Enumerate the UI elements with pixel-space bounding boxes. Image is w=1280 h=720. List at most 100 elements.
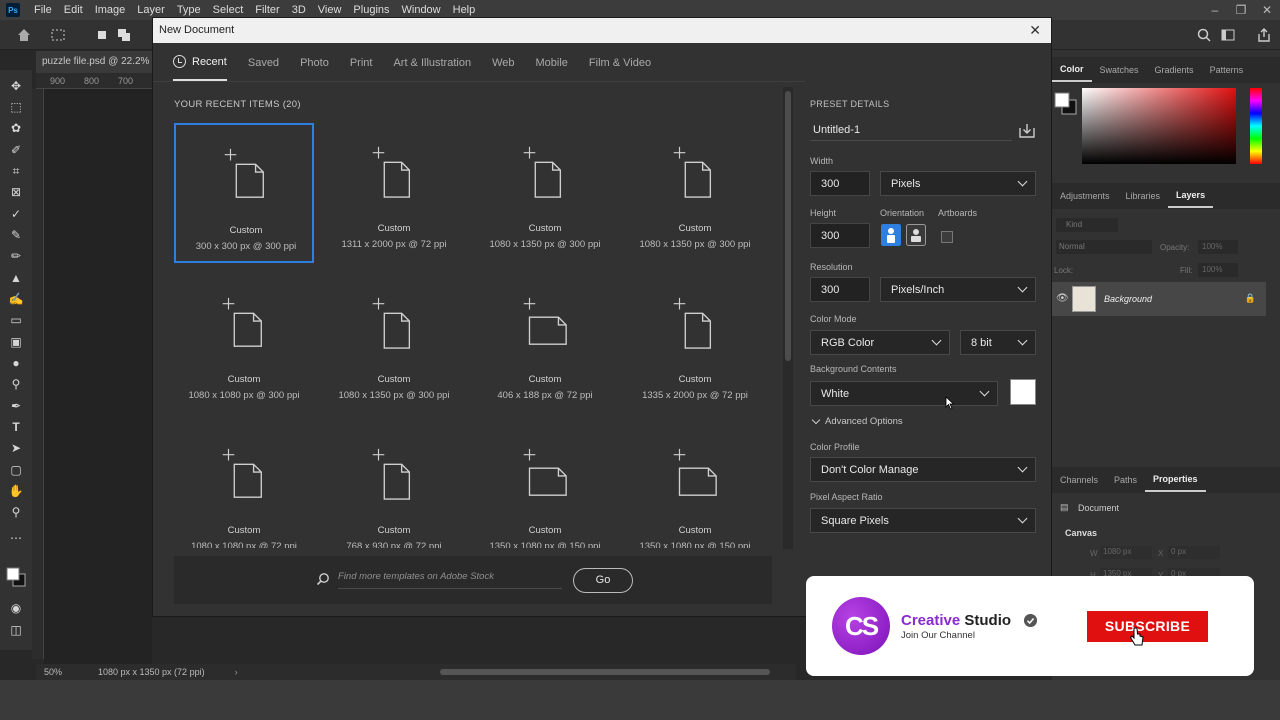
canvas-area[interactable] (44, 89, 152, 664)
tab-print[interactable]: Print (350, 44, 373, 82)
lasso-tool-icon[interactable]: ✿ (8, 120, 24, 136)
close-window-icon[interactable]: ✕ (1254, 3, 1280, 17)
tab-photo[interactable]: Photo (300, 44, 329, 82)
recent-item-card[interactable]: Custom 1311 x 2000 px @ 72 ppi (324, 123, 464, 263)
dodge-tool-icon[interactable]: ⚲ (8, 376, 24, 392)
tab-libraries[interactable]: Libraries (1118, 183, 1169, 209)
share-icon[interactable] (1256, 27, 1272, 43)
grid-scrollbar[interactable] (783, 87, 793, 549)
recent-item-card[interactable]: Custom 1080 x 1350 px @ 300 ppi (625, 123, 765, 263)
tab-film-video[interactable]: Film & Video (589, 44, 651, 82)
path-select-tool-icon[interactable]: ➤ (8, 440, 24, 456)
tab-patterns[interactable]: Patterns (1202, 57, 1252, 83)
marquee-tool-icon[interactable]: ⬚ (8, 99, 24, 115)
recent-item-card[interactable]: Custom 768 x 930 px @ 72 ppi (324, 425, 464, 548)
subscribe-button[interactable]: SUBSCRIBE (1087, 611, 1208, 642)
layer-filter-kind[interactable]: Kind (1056, 218, 1118, 232)
background-contents-select[interactable]: White (810, 381, 998, 406)
bit-depth-select[interactable]: 8 bit (960, 330, 1036, 355)
add-selection-icon[interactable] (116, 27, 132, 43)
tab-properties[interactable]: Properties (1145, 468, 1206, 492)
scrollbar-thumb[interactable] (785, 91, 791, 361)
tab-paths[interactable]: Paths (1106, 467, 1145, 493)
recent-item-card[interactable]: Custom 1080 x 1080 px @ 72 ppi (174, 425, 314, 548)
recent-item-card[interactable]: Custom 1080 x 1350 px @ 300 ppi (324, 274, 464, 414)
workspace-icon[interactable] (1220, 27, 1236, 43)
menu-file[interactable]: File (28, 0, 58, 20)
search-icon[interactable] (1196, 27, 1212, 43)
screen-mode-icon[interactable]: ◫ (8, 622, 24, 638)
tab-saved[interactable]: Saved (248, 44, 279, 82)
marquee-tool-icon[interactable] (50, 27, 66, 43)
recent-item-card[interactable]: Custom 1335 x 2000 px @ 72 ppi (625, 274, 765, 414)
horizontal-scrollbar[interactable] (440, 669, 770, 675)
preset-name-field[interactable]: Untitled-1 (810, 121, 1012, 141)
brush-tool-icon[interactable]: ✏ (8, 248, 24, 264)
recent-item-card[interactable]: Custom 1080 x 1350 px @ 300 ppi (475, 123, 615, 263)
canvas-x-field[interactable]: 0 px (1168, 546, 1220, 559)
pen-tool-icon[interactable]: ✒ (8, 398, 24, 414)
menu-image[interactable]: Image (89, 0, 132, 20)
frame-tool-icon[interactable]: ⊠ (8, 184, 24, 200)
quick-mask-icon[interactable]: ◉ (8, 600, 24, 616)
restore-icon[interactable]: ❐ (1228, 3, 1254, 17)
tab-layers[interactable]: Layers (1168, 184, 1214, 208)
hue-slider[interactable] (1250, 88, 1262, 164)
save-preset-icon[interactable] (1018, 122, 1036, 138)
layer-row[interactable]: 👁 Background 🔒 (1052, 282, 1266, 316)
background-color-swatch[interactable] (1010, 379, 1036, 405)
menu-edit[interactable]: Edit (58, 0, 89, 20)
color-picker-field[interactable] (1082, 88, 1236, 164)
width-input[interactable]: 300 (810, 171, 870, 196)
stamp-tool-icon[interactable]: ▲ (8, 270, 24, 286)
recent-item-card[interactable]: Custom 1350 x 1080 px @ 150 ppi (475, 425, 615, 548)
landscape-orientation-icon[interactable] (906, 224, 926, 246)
recent-item-card[interactable]: Custom 300 x 300 px @ 300 ppi (174, 123, 314, 263)
zoom-tool-icon[interactable]: ⚲ (8, 504, 24, 520)
type-tool-icon[interactable]: T (8, 419, 24, 435)
visibility-eye-icon[interactable]: 👁 (1056, 293, 1069, 304)
tab-swatches[interactable]: Swatches (1092, 57, 1147, 83)
home-icon[interactable] (16, 27, 32, 43)
resolution-unit-select[interactable]: Pixels/Inch (880, 277, 1036, 302)
minimize-icon[interactable]: – (1202, 3, 1228, 17)
rectangle-tool-icon[interactable]: ▢ (8, 462, 24, 478)
tab-adjustments[interactable]: Adjustments (1052, 183, 1118, 209)
artboards-checkbox[interactable] (941, 231, 953, 243)
tab-recent[interactable]: Recent (173, 45, 227, 81)
gradient-tool-icon[interactable]: ▣ (8, 334, 24, 350)
color-mode-select[interactable]: RGB Color (810, 330, 950, 355)
tab-color[interactable]: Color (1052, 58, 1092, 82)
blend-mode-select[interactable]: Normal (1056, 240, 1152, 254)
new-selection-icon[interactable] (94, 27, 110, 43)
recent-item-card[interactable]: Custom 1350 x 1080 px @ 150 ppi (625, 425, 765, 548)
recent-item-card[interactable]: Custom 1080 x 1080 px @ 300 ppi (174, 274, 314, 414)
resolution-input[interactable]: 300 (810, 277, 870, 302)
portrait-orientation-icon[interactable] (881, 224, 901, 246)
recent-item-card[interactable]: Custom 406 x 188 px @ 72 ppi (475, 274, 615, 414)
height-input[interactable]: 300 (810, 223, 870, 248)
quick-select-tool-icon[interactable]: ✐ (8, 142, 24, 158)
tab-web[interactable]: Web (492, 44, 514, 82)
color-profile-select[interactable]: Don't Color Manage (810, 457, 1036, 482)
hand-tool-icon[interactable]: ✋ (8, 483, 24, 499)
fill-field[interactable]: 100% (1198, 263, 1238, 277)
advanced-options-toggle[interactable]: Advanced Options (810, 415, 903, 427)
foreground-background-color-icon[interactable] (4, 565, 28, 589)
tab-mobile[interactable]: Mobile (536, 44, 568, 82)
history-brush-tool-icon[interactable]: ✍ (8, 291, 24, 307)
document-tab[interactable]: puzzle file.psd @ 22.2% ( (36, 51, 152, 73)
eyedropper-tool-icon[interactable]: ✓ (8, 206, 24, 222)
more-tools-icon[interactable]: ⋯ (8, 530, 24, 546)
eraser-tool-icon[interactable]: ▭ (8, 312, 24, 328)
width-unit-select[interactable]: Pixels (880, 171, 1036, 196)
tab-gradients[interactable]: Gradients (1147, 57, 1202, 83)
zoom-level[interactable]: 50% (36, 667, 76, 677)
tab-channels[interactable]: Channels (1052, 467, 1106, 493)
crop-tool-icon[interactable]: ⌗ (8, 163, 24, 179)
close-icon[interactable]: ✕ (1029, 22, 1041, 39)
go-button[interactable]: Go (573, 568, 633, 593)
move-tool-icon[interactable]: ✥ (8, 78, 24, 94)
opacity-field[interactable]: 100% (1198, 240, 1238, 254)
stock-search-input[interactable]: Find more templates on Adobe Stock (338, 571, 562, 589)
